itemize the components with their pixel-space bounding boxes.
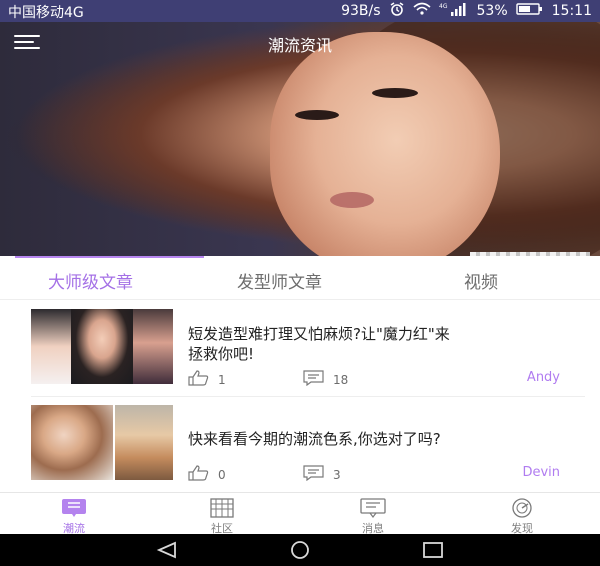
article-title-line: 拯救你吧! xyxy=(188,345,255,363)
article-author[interactable]: Andy xyxy=(527,370,560,385)
back-icon[interactable] xyxy=(155,541,179,563)
compass-icon xyxy=(508,498,536,518)
network-type-label: 4G xyxy=(439,3,448,10)
system-navigation-bar xyxy=(0,534,600,566)
hero-photo-eye-left xyxy=(295,110,339,120)
like-count: 1 xyxy=(218,372,226,387)
clock-time: 15:11 xyxy=(551,3,592,19)
nav-trend[interactable]: 潮流 xyxy=(44,498,104,536)
thumbs-up-icon xyxy=(188,370,210,389)
nav-messages[interactable]: 消息 xyxy=(343,498,403,536)
hero-photo-eye-right xyxy=(372,88,418,98)
tabs-divider xyxy=(0,299,600,300)
article-title-line: 短发造型难打理又怕麻烦?让"魔力红"来 xyxy=(188,325,450,343)
wifi-icon xyxy=(412,2,431,20)
like-count: 0 xyxy=(218,467,226,482)
like-group[interactable]: 0 xyxy=(188,465,226,484)
comment-group[interactable]: 3 xyxy=(303,465,341,484)
battery-icon xyxy=(515,2,544,20)
hero-banner[interactable]: 潮流资讯 xyxy=(0,22,600,256)
tab-stylist-articles[interactable]: 发型师文章 xyxy=(237,268,322,293)
list-icon xyxy=(60,498,88,518)
signal-icon: 4G xyxy=(439,2,469,20)
tab-master-articles[interactable]: 大师级文章 xyxy=(48,268,133,293)
category-tabs: 大师级文章 发型师文章 视频 xyxy=(0,256,600,300)
status-right: 93B/s 4G 53% 15:11 xyxy=(341,2,592,20)
comment-count: 3 xyxy=(333,467,341,482)
message-icon xyxy=(359,498,387,518)
thumbs-up-icon xyxy=(188,465,210,484)
article-item[interactable]: 短发造型难打理又怕麻烦?让"魔力红"来 拯救你吧! 1 18 Andy xyxy=(0,309,600,399)
page-title: 潮流资讯 xyxy=(267,36,332,55)
tab-active-indicator xyxy=(15,256,204,258)
comment-group[interactable]: 18 xyxy=(303,370,348,389)
network-speed: 93B/s xyxy=(341,3,381,19)
comment-icon xyxy=(303,370,325,389)
hero-photo-lips xyxy=(330,192,374,208)
article-author[interactable]: Devin xyxy=(522,465,560,480)
article-title[interactable]: 快来看看今期的潮流色系,你选对了吗? xyxy=(188,429,588,449)
article-thumbnail xyxy=(31,405,173,480)
comment-count: 18 xyxy=(333,372,349,387)
carrier-name: 中国移动4G xyxy=(8,5,84,21)
article-item[interactable]: 快来看看今期的潮流色系,你选对了吗? 0 3 Devin xyxy=(0,405,600,489)
recents-icon[interactable] xyxy=(421,541,445,563)
hero-photo-face xyxy=(270,32,500,256)
nav-community[interactable]: 社区 xyxy=(192,498,252,536)
bottom-navigation: 潮流 社区 消息 发现 xyxy=(0,492,600,535)
home-icon[interactable] xyxy=(286,541,314,563)
alarm-icon xyxy=(389,2,405,20)
article-title-line: 快来看看今期的潮流色系,你选对了吗? xyxy=(188,430,441,448)
battery-percent: 53% xyxy=(476,3,508,19)
list-divider xyxy=(31,396,585,397)
building-icon xyxy=(208,498,236,518)
article-title[interactable]: 短发造型难打理又怕麻烦?让"魔力红"来 拯救你吧! xyxy=(188,324,588,364)
tab-videos[interactable]: 视频 xyxy=(464,268,498,293)
like-group[interactable]: 1 xyxy=(188,370,226,389)
article-meta: 0 3 Devin xyxy=(188,465,560,483)
status-bar: 中国移动4G 93B/s 4G 53% 15:11 xyxy=(0,0,600,22)
article-thumbnail xyxy=(31,309,173,384)
nav-discover[interactable]: 发现 xyxy=(492,498,552,536)
article-meta: 1 18 Andy xyxy=(188,370,560,388)
comment-icon xyxy=(303,465,325,484)
